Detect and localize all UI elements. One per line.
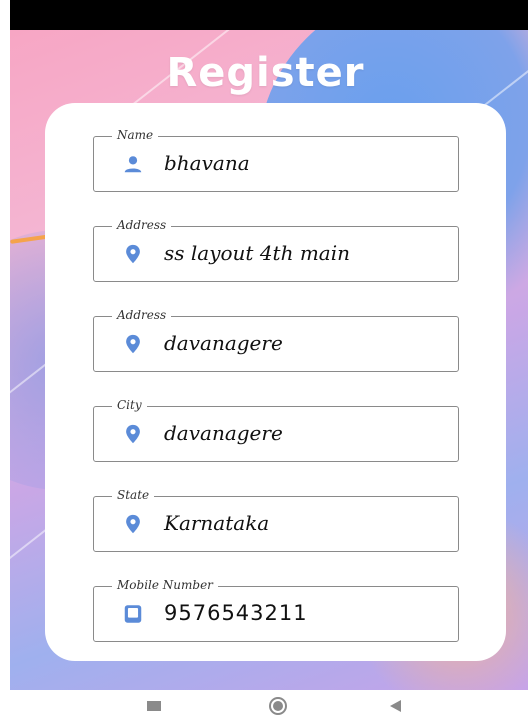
home-icon[interactable] (265, 696, 291, 716)
location-pin-icon (126, 334, 140, 354)
location-pin-icon (126, 514, 140, 534)
status-bar (10, 0, 528, 30)
back-icon[interactable] (386, 698, 406, 714)
state-field[interactable]: State Karnataka (93, 488, 459, 552)
city-field-label: City (112, 398, 147, 412)
person-icon (124, 156, 142, 173)
address-field-label: Address (112, 218, 172, 232)
name-field-value[interactable]: bhavana (164, 151, 250, 175)
city-field-value[interactable]: davanagere (164, 421, 283, 445)
mobile-number-field[interactable]: Mobile Number 9576543211 (93, 578, 459, 642)
address-field-value[interactable]: ss layout 4th main (164, 241, 350, 265)
address-line2-field[interactable]: Address davanagere (93, 308, 459, 372)
mobile-number-field-label: Mobile Number (112, 578, 218, 592)
page-title: Register (166, 50, 365, 96)
recents-icon[interactable] (144, 698, 164, 714)
location-pin-icon (126, 424, 140, 444)
name-field-label: Name (112, 128, 159, 142)
address-line2-field-value[interactable]: davanagere (164, 331, 283, 355)
state-field-label: State (112, 488, 155, 502)
phone-icon (124, 605, 142, 623)
register-form-card: Name bhavana Address ss layout 4th main … (45, 103, 506, 661)
app-screen: Register Name bhavana Address ss layout … (0, 0, 531, 720)
address-line2-field-label: Address (112, 308, 172, 322)
address-field[interactable]: Address ss layout 4th main (93, 218, 459, 282)
mobile-number-field-value[interactable]: 9576543211 (164, 601, 308, 625)
state-field-value[interactable]: Karnataka (164, 511, 269, 535)
navigation-bar (0, 690, 531, 720)
city-field[interactable]: City davanagere (93, 398, 459, 462)
location-pin-icon (126, 244, 140, 264)
name-field[interactable]: Name bhavana (93, 128, 459, 192)
